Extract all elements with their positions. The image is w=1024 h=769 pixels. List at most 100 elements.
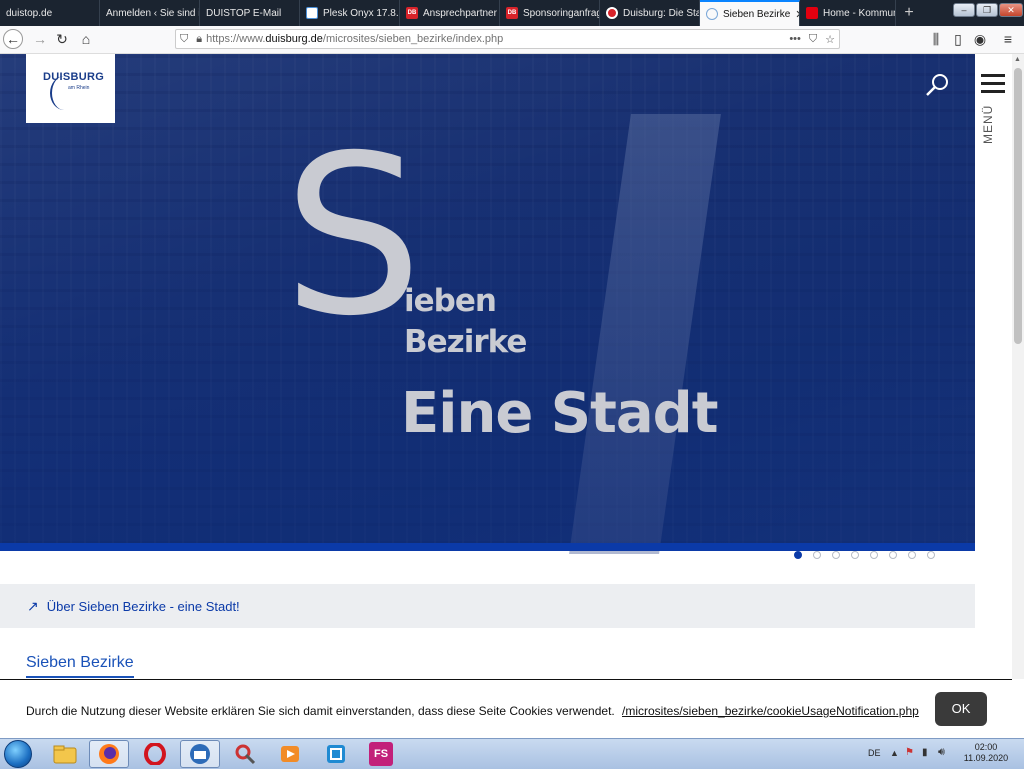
plesk-icon (306, 7, 318, 19)
carousel-dot[interactable] (889, 551, 897, 559)
tab-label: Home - Kommun (823, 7, 896, 19)
url-path: /microsites/sieben_bezirke/index.php (322, 33, 504, 45)
hero-banner: S ieben Bezirke Eine Stadt (0, 54, 975, 554)
cookie-policy-link[interactable]: /microsites/sieben_bezirke/cookieUsageNo… (622, 704, 919, 718)
tab-label: Duisburg: Die Sta (623, 7, 700, 19)
forward-arrow-icon[interactable]: → (30, 29, 50, 49)
browser-tab-bar: duistop.de Anmelden ‹ Sie sind ir DUISTO… (0, 0, 1024, 26)
carousel-dot[interactable] (813, 551, 821, 559)
tab-label: Plesk Onyx 17.8.11 (323, 7, 399, 19)
tab-duistop[interactable]: duistop.de (0, 0, 100, 26)
volume-icon[interactable]: 🔊︎ (938, 746, 945, 759)
hero-line-bezirke: Bezirke (404, 324, 527, 360)
carousel-dot[interactable] (832, 551, 840, 559)
side-menu-strip[interactable]: MENÜ (975, 54, 1011, 679)
sidebar-icon[interactable]: ▯ (948, 29, 968, 49)
logo-subtitle: am Rhein (68, 85, 90, 91)
system-clock[interactable]: 02:00 11.09.2020 (962, 742, 1010, 764)
tab-home-kommun[interactable]: Home - Kommun (800, 0, 896, 26)
carousel-dots (794, 551, 935, 559)
action-center-icon[interactable]: ⚑ (905, 747, 914, 758)
network-icon[interactable]: ▮ (922, 747, 928, 758)
clock-date: 11.09.2020 (963, 753, 1009, 763)
db-icon: DB (506, 7, 518, 19)
carousel-dot[interactable] (870, 551, 878, 559)
hero-line-eine-stadt: Eine Stadt (401, 381, 719, 446)
browser-nav-bar: ← → ↻ ⌂ ⛉ 🔒︎ https://www. duisburg.de/mic… (0, 26, 1024, 54)
tab-duistop-email[interactable]: DUISTOP E-Mail (200, 0, 300, 26)
windows-taskbar: FS DE ▲ ⚑ ▮ 🔊︎ 02:00 11.09.2020 (0, 738, 1024, 769)
hero-accent-stripe (0, 543, 975, 551)
bookmark-star-icon[interactable]: ☆ (825, 33, 835, 46)
media-player-icon[interactable] (270, 740, 310, 768)
tab-label: Sponsoringanfrag (523, 7, 600, 19)
tab-sponsoring[interactable]: DB Sponsoringanfrag (500, 0, 600, 26)
reload-icon[interactable]: ↻ (52, 29, 72, 49)
logo-name: DUISBURG (43, 71, 105, 83)
minimize-button[interactable]: – (953, 3, 975, 17)
tab-label: duistop.de (6, 7, 53, 19)
library-icon[interactable]: ⫼ (926, 29, 946, 49)
about-link-bar[interactable]: ↗ Über Sieben Bezirke - eine Stadt! (0, 584, 975, 628)
carousel-dot[interactable] (851, 551, 859, 559)
tab-label: Ansprechpartner (423, 7, 497, 19)
url-prefix: https://www. (206, 33, 266, 45)
home-icon[interactable]: ⌂ (76, 29, 96, 49)
shield-icon[interactable]: ⛉ (180, 33, 188, 46)
tab-sieben-bezirke[interactable]: Sieben Bezirke ✕ (700, 0, 800, 26)
page-scrollbar[interactable]: ▲ (1012, 54, 1024, 679)
maximize-button[interactable]: ❐ (976, 3, 998, 17)
menu-label[interactable]: MENÜ (981, 105, 995, 144)
firefox-icon[interactable] (89, 740, 129, 768)
section-title: Sieben Bezirke (26, 654, 134, 678)
tab-plesk[interactable]: Plesk Onyx 17.8.11 (300, 0, 400, 26)
duisburg-icon (606, 7, 618, 19)
window-close-button[interactable]: ✕ (999, 3, 1023, 17)
thunderbird-icon[interactable] (180, 740, 220, 768)
carousel-dot[interactable] (794, 551, 802, 559)
spd-icon (806, 7, 818, 19)
paint-icon[interactable] (225, 740, 265, 768)
scroll-up-icon[interactable]: ▲ (1014, 56, 1021, 63)
arrow-up-right-icon: ↗ (27, 597, 39, 614)
hero-river-image (569, 114, 721, 554)
keyboard-language[interactable]: DE (868, 748, 881, 758)
account-icon[interactable]: ◉ (970, 29, 990, 49)
tab-anmelden[interactable]: Anmelden ‹ Sie sind ir (100, 0, 200, 26)
cookie-banner: Durch die Nutzung dieser Website erkläre… (0, 679, 1012, 739)
hero-big-letter: S (283, 108, 423, 364)
carousel-dot[interactable] (927, 551, 935, 559)
duisburg-logo[interactable]: DUISBURG am Rhein (26, 54, 115, 123)
more-actions-icon[interactable]: ••• (789, 33, 801, 45)
url-domain: duisburg.de (265, 33, 323, 45)
search-icon[interactable] (924, 72, 950, 98)
url-bar[interactable]: ⛉ 🔒︎ https://www. duisburg.de/microsites/… (175, 29, 840, 49)
windows-explorer-icon[interactable] (45, 740, 85, 768)
tab-label: DUISTOP E-Mail (206, 7, 282, 19)
opera-icon[interactable] (135, 740, 175, 768)
web-page: S ieben Bezirke Eine Stadt DUISBURG am R… (0, 54, 975, 679)
screenshot-icon[interactable] (316, 740, 356, 768)
start-button[interactable] (4, 740, 32, 768)
new-tab-button[interactable]: + (898, 2, 920, 24)
about-link[interactable]: Über Sieben Bezirke - eine Stadt! (47, 599, 240, 614)
scroll-thumb[interactable] (1014, 68, 1022, 344)
hamburger-menu-icon[interactable] (981, 74, 1005, 98)
sieben-icon (706, 8, 718, 20)
carousel-dot[interactable] (908, 551, 916, 559)
hero-line-sieben: ieben (404, 283, 497, 319)
pocket-icon[interactable]: ⛉ (809, 33, 817, 46)
clock-time: 02:00 (974, 742, 998, 752)
fs-label: FS (369, 742, 393, 766)
db-icon: DB (406, 7, 418, 19)
back-arrow-icon[interactable]: ← (3, 29, 23, 49)
fs-icon[interactable]: FS (361, 740, 401, 768)
hamburger-menu-icon[interactable]: ≡ (998, 29, 1018, 49)
cookie-text: Durch die Nutzung dieser Website erkläre… (26, 704, 615, 718)
tab-label: Anmelden ‹ Sie sind ir (106, 7, 200, 19)
lock-icon[interactable]: 🔒︎ (196, 33, 202, 46)
tray-expand-icon[interactable]: ▲ (890, 748, 899, 758)
cookie-ok-button[interactable]: OK (935, 692, 987, 726)
tab-duisburg-stadt[interactable]: Duisburg: Die Sta (600, 0, 700, 26)
tab-ansprechpartner[interactable]: DB Ansprechpartner (400, 0, 500, 26)
